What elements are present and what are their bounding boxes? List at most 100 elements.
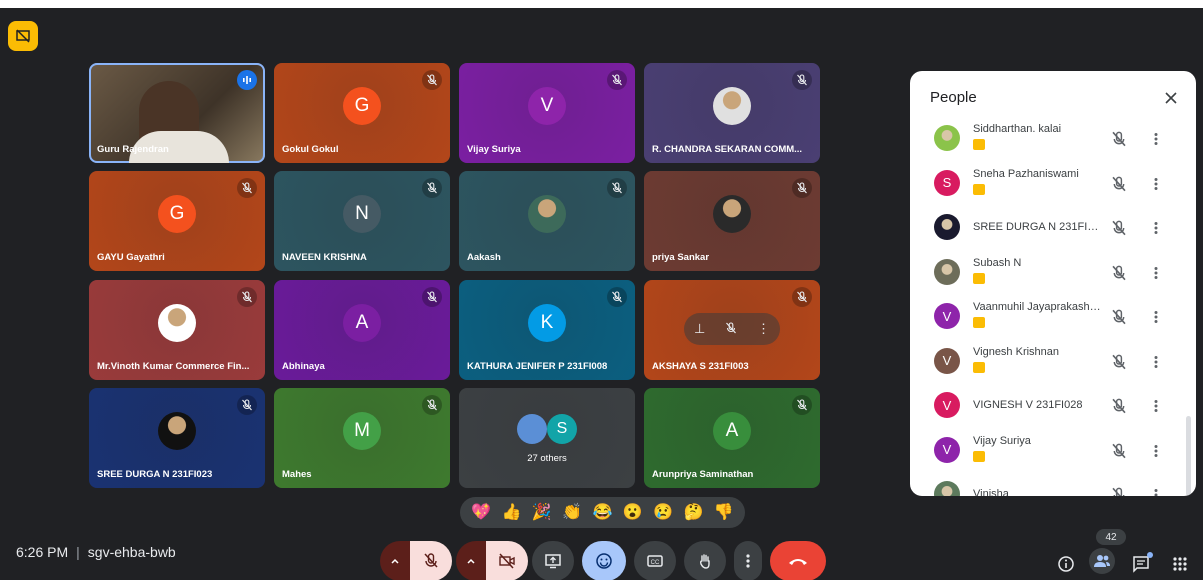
- participant-tile[interactable]: Aakash: [459, 171, 635, 271]
- camera-options-button[interactable]: [456, 541, 486, 580]
- more-options-button[interactable]: [734, 541, 762, 580]
- people-panel: People Siddharthan. kalai S Sneha Pazhanis…: [910, 71, 1196, 496]
- participant-more-button[interactable]: [1148, 218, 1164, 238]
- chat-button[interactable]: [1129, 552, 1153, 576]
- participant-row[interactable]: S Sneha Pazhaniswami: [910, 164, 1182, 208]
- participant-mute-button[interactable]: [1109, 396, 1129, 416]
- participant-tile[interactable]: G Gokul Gokul: [274, 63, 450, 163]
- participant-tile[interactable]: N NAVEEN KRISHNA: [274, 171, 450, 271]
- participant-row[interactable]: Vinisha: [910, 475, 1182, 496]
- participant-more-button[interactable]: [1148, 352, 1164, 372]
- mic-off-icon: [797, 291, 807, 303]
- participant-name: 27 others: [527, 453, 567, 464]
- participant-mute-button[interactable]: [1109, 485, 1129, 496]
- participant-tile[interactable]: S 27 others: [459, 388, 635, 488]
- participant-tile[interactable]: V Vijay Suriya: [459, 63, 635, 163]
- meeting-info: 6:26 PM | sgv-ehba-bwb: [16, 544, 176, 560]
- reaction-emoji[interactable]: 😂: [590, 503, 614, 523]
- participant-mute-button[interactable]: [1109, 129, 1129, 149]
- reaction-emoji[interactable]: 🤔: [681, 503, 705, 523]
- participant-more-button[interactable]: [1148, 174, 1164, 194]
- mic-options-button[interactable]: [380, 541, 410, 580]
- people-icon: [1094, 555, 1110, 567]
- participant-mute-button[interactable]: [1109, 174, 1129, 194]
- participant-tile[interactable]: K KATHURA JENIFER P 231FI008: [459, 280, 635, 380]
- reaction-emoji[interactable]: 💖: [469, 503, 493, 523]
- participant-tile[interactable]: A Abhinaya: [274, 280, 450, 380]
- avatar: S: [547, 414, 577, 444]
- participant-more-button[interactable]: [1148, 441, 1164, 461]
- participant-name: GAYU Gayathri: [97, 252, 165, 263]
- reaction-emoji[interactable]: 👏: [560, 503, 584, 523]
- reaction-emoji[interactable]: 😮: [621, 503, 645, 523]
- participant-row[interactable]: SREE DURGA N 231FI023: [910, 208, 1182, 252]
- meeting-details-button[interactable]: [1054, 552, 1078, 576]
- reaction-emoji[interactable]: 🎉: [530, 503, 554, 523]
- participant-tile[interactable]: G GAYU Gayathri: [89, 171, 265, 271]
- raise-hand-button[interactable]: [684, 541, 726, 580]
- chevron-up-icon: [391, 558, 399, 564]
- panel-scrollbar[interactable]: [1186, 416, 1191, 496]
- people-button[interactable]: [1089, 548, 1115, 574]
- avatar: A: [343, 304, 381, 342]
- present-screen-button[interactable]: [532, 541, 574, 580]
- participant-more-button[interactable]: [1148, 396, 1164, 416]
- participant-row[interactable]: Siddharthan. kalai: [910, 119, 1182, 163]
- hand-icon: [699, 554, 710, 569]
- pin-icon[interactable]: ⊥: [694, 321, 705, 337]
- participant-mute-button[interactable]: [1109, 307, 1129, 327]
- avatar: A: [713, 412, 751, 450]
- participant-more-button[interactable]: [1148, 307, 1164, 327]
- participant-name: Siddharthan. kalai: [973, 123, 1062, 135]
- reactions-button[interactable]: [582, 541, 626, 580]
- participant-mute-button[interactable]: [1109, 441, 1129, 461]
- participant-name: Vaanmuhil Jayaprakash ...: [973, 301, 1101, 313]
- participant-mute-button[interactable]: [1109, 218, 1129, 238]
- pip-icon: [16, 29, 30, 43]
- participant-tile[interactable]: priya Sankar: [644, 171, 820, 271]
- more-vert-icon[interactable]: ⋮: [757, 321, 770, 337]
- camera-toggle-button[interactable]: [486, 541, 528, 580]
- mic-toggle-button[interactable]: [410, 541, 452, 580]
- mic-off-icon: [427, 291, 437, 303]
- mic-off-icon: [427, 399, 437, 411]
- participant-more-button[interactable]: [1148, 263, 1164, 283]
- camera-control: [456, 541, 528, 580]
- participant-name: Aakash: [467, 252, 501, 263]
- participant-row[interactable]: V Vijay Suriya: [910, 431, 1182, 475]
- participant-more-button[interactable]: [1148, 129, 1164, 149]
- participant-tile[interactable]: Guru Rajendran: [89, 63, 265, 163]
- hang-up-icon: [789, 559, 807, 565]
- close-panel-button[interactable]: [1160, 87, 1182, 109]
- participant-mute-button[interactable]: [1109, 352, 1129, 372]
- activities-button[interactable]: [1168, 552, 1192, 576]
- participant-more-button[interactable]: [1148, 485, 1164, 496]
- participant-row[interactable]: V VIGNESH V 231FI028: [910, 386, 1182, 430]
- mic-off-icon: [1112, 309, 1126, 325]
- leave-call-button[interactable]: [770, 541, 826, 580]
- participant-tile[interactable]: Mr.Vinoth Kumar Commerce Fin...: [89, 280, 265, 380]
- participant-row[interactable]: V Vaanmuhil Jayaprakash ...: [910, 297, 1182, 341]
- reactions-bar: 💖 👍 🎉 👏 😂 😮 😢 🤔 👎: [460, 497, 745, 528]
- mic-off-icon: [612, 291, 622, 303]
- participant-row[interactable]: Subash N: [910, 253, 1182, 297]
- participant-tile[interactable]: R. CHANDRA SEKARAN COMM...: [644, 63, 820, 163]
- avatar: M: [343, 412, 381, 450]
- picture-in-picture-button[interactable]: [8, 21, 38, 51]
- host-badge-icon: [973, 183, 985, 195]
- participant-tile[interactable]: ⊥ ⋮ AKSHAYA S 231FI003: [644, 280, 820, 380]
- participant-name: Arunpriya Saminathan: [652, 469, 754, 480]
- participant-tile[interactable]: SREE DURGA N 231FI023: [89, 388, 265, 488]
- participant-tile[interactable]: M Mahes: [274, 388, 450, 488]
- reaction-emoji[interactable]: 👍: [499, 503, 523, 523]
- participant-name: Guru Rajendran: [97, 144, 169, 155]
- reaction-emoji[interactable]: 👎: [712, 503, 736, 523]
- captions-button[interactable]: CC: [634, 541, 676, 580]
- participant-name: priya Sankar: [652, 252, 710, 263]
- participant-mute-button[interactable]: [1109, 263, 1129, 283]
- mute-participant-icon[interactable]: [725, 321, 737, 337]
- reaction-emoji[interactable]: 😢: [651, 503, 675, 523]
- participant-tile[interactable]: A Arunpriya Saminathan: [644, 388, 820, 488]
- participant-row[interactable]: V Vignesh Krishnan: [910, 342, 1182, 386]
- mic-off-icon: [1112, 354, 1126, 369]
